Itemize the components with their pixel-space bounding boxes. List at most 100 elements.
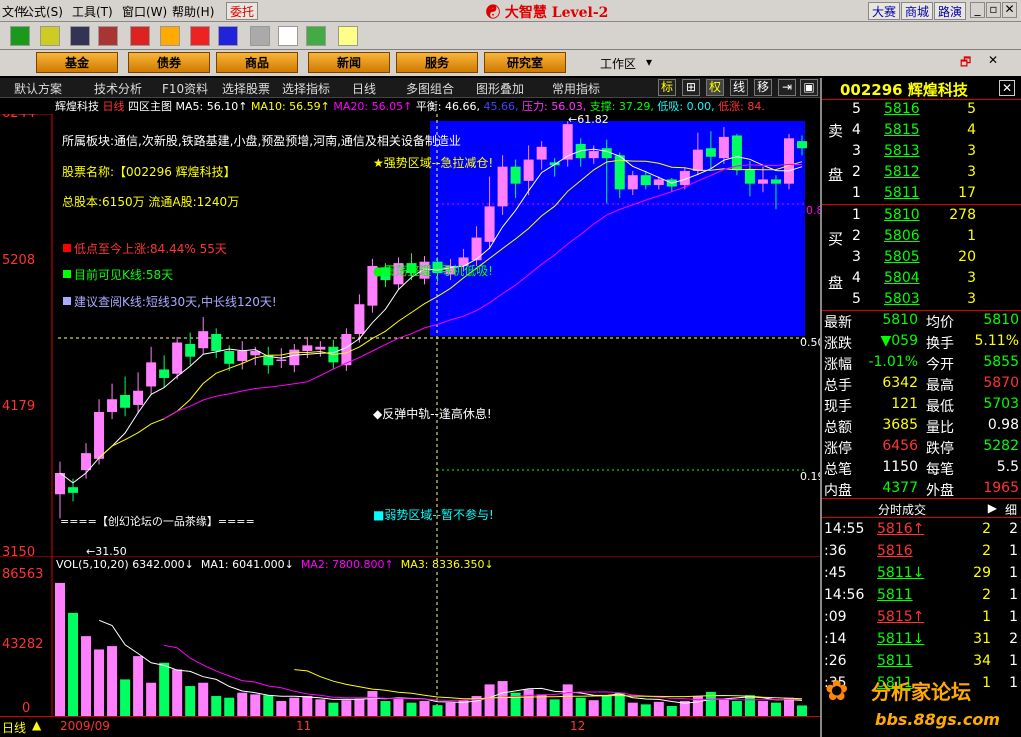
- sell-row[interactable]: 1 5811 17: [822, 185, 1021, 206]
- roadshow-button[interactable]: 路演: [934, 2, 967, 20]
- buy-row[interactable]: 5 5803 3: [822, 291, 1021, 312]
- func-line-button[interactable]: 线: [730, 79, 748, 96]
- kline-chart[interactable]: 6244520841793150 所属板块:通信,次新股,铁路基建,小盘,预盈预…: [0, 114, 820, 561]
- tick-play-icon[interactable]: ▶: [988, 501, 997, 515]
- func-overlay[interactable]: 图形叠加: [476, 80, 524, 97]
- volume-bar: [614, 692, 625, 716]
- function-bar: 默认方案 技术分析 F10资料 选择股票 选择指标 日线 多图组合 图形叠加 常…: [0, 78, 820, 98]
- volume-bar: [640, 704, 651, 716]
- blue-square-icon: [63, 297, 71, 305]
- market-icon[interactable]: [10, 26, 30, 46]
- window-icon[interactable]: [278, 26, 298, 46]
- sell-row[interactable]: 3 5813 3: [822, 143, 1021, 164]
- volume-bar: [302, 696, 313, 716]
- buy-row[interactable]: 4 5804 3: [822, 270, 1021, 291]
- candle-body: [276, 359, 287, 361]
- workspace-dropdown-icon[interactable]: ▾: [646, 55, 652, 69]
- nav-bar: 基金 债券 商品 新闻 服务 研究室 工作区 ▾ 🗗 ✕: [0, 50, 1021, 76]
- books-icon[interactable]: [306, 26, 326, 46]
- menu-help[interactable]: 帮助(H): [172, 3, 214, 20]
- nav-research[interactable]: 研究室: [484, 52, 566, 73]
- ob-level: 2: [852, 228, 861, 244]
- func-select-indicator[interactable]: 选择指标: [282, 80, 330, 97]
- minimize-icon[interactable]: _: [970, 2, 985, 18]
- info-stock-name: 辉煌科技: [55, 100, 99, 113]
- stat-row: 总手 6342 最高 5870: [822, 375, 1021, 396]
- func-default-scheme[interactable]: 默认方案: [14, 80, 62, 97]
- vol-y-mid: 43282: [2, 637, 43, 652]
- menu-window[interactable]: 窗口(W): [122, 3, 167, 20]
- vol-ma1: MA1: 6041.000↓: [201, 558, 294, 571]
- panel-icon[interactable]: ▣: [800, 79, 818, 96]
- alert-icon[interactable]: [130, 26, 150, 46]
- win-close-icon[interactable]: ✕: [988, 53, 998, 67]
- volume-bar: [133, 656, 144, 716]
- menu-tools[interactable]: 工具(T): [72, 3, 113, 20]
- stat-value-2: 5703: [983, 396, 1019, 412]
- contest-button[interactable]: 大赛: [868, 2, 901, 20]
- tick-price: 5816↑: [877, 521, 925, 537]
- func-rights-button[interactable]: 权: [706, 79, 724, 96]
- func-multi-chart[interactable]: 多图组合: [406, 80, 454, 97]
- tick-time: :14: [824, 631, 847, 647]
- ball-icon[interactable]: [190, 26, 210, 46]
- tick-time: :26: [824, 653, 847, 669]
- buy-row[interactable]: 3 5805 20: [822, 249, 1021, 270]
- menu-formula[interactable]: 公式(S): [22, 3, 63, 20]
- help-cursor-icon[interactable]: [338, 26, 358, 46]
- y-label: 6244: [2, 114, 35, 121]
- func-common-indicators[interactable]: 常用指标: [552, 80, 600, 97]
- restore-icon[interactable]: ▫: [986, 2, 1001, 18]
- candle-body: [484, 206, 495, 242]
- workspace-label[interactable]: 工作区: [600, 55, 636, 72]
- volume-bar: [770, 702, 781, 716]
- mall-button[interactable]: 商城: [901, 2, 934, 20]
- func-move-button[interactable]: 移: [754, 79, 772, 96]
- sell-row[interactable]: 2 5812 3: [822, 164, 1021, 185]
- volume-bar: [276, 701, 287, 716]
- tick-row: 14:55 5816↑ 2 2: [822, 521, 1021, 543]
- diamond-icon[interactable]: [160, 26, 180, 46]
- buy-row[interactable]: 2 5806 1: [822, 228, 1021, 249]
- news-icon[interactable]: [98, 26, 118, 46]
- sell-row[interactable]: 5 5816 5: [822, 101, 1021, 122]
- info-dizhang: 低涨: 84.: [718, 100, 765, 113]
- nav-commodity[interactable]: 商品: [216, 52, 298, 73]
- crosshair-icon[interactable]: ⊞: [682, 79, 700, 96]
- globe-icon[interactable]: [218, 26, 238, 46]
- volume-bar: [432, 705, 443, 716]
- func-tech-analysis[interactable]: 技术分析: [94, 80, 142, 97]
- func-select-stock[interactable]: 选择股票: [222, 80, 270, 97]
- bottom-period[interactable]: 日线: [2, 719, 26, 736]
- candle-body: [653, 179, 664, 186]
- rp-close-icon[interactable]: ✕: [999, 80, 1015, 96]
- volume-bar: [380, 701, 391, 716]
- candle-body: [315, 346, 326, 350]
- rp-stock-code: 002296 辉煌科技: [840, 81, 968, 99]
- tick-volume: 1: [982, 609, 991, 625]
- volume-chart[interactable]: 86563 43282 0 VOL(5,10,20) 6342.000↓, MA…: [0, 556, 820, 716]
- tick-time: :09: [824, 609, 847, 625]
- func-mark-button[interactable]: 标: [658, 79, 676, 96]
- x-label-1: 2009/09: [60, 719, 110, 733]
- tick-detail-tab[interactable]: 细: [1005, 501, 1017, 518]
- func-daily[interactable]: 日线: [352, 80, 376, 97]
- func-f10[interactable]: F10资料: [162, 80, 208, 97]
- zone-strong: ★强势区域--急拉减仓!: [373, 155, 493, 170]
- expand-icon[interactable]: ⇥: [778, 79, 796, 96]
- forum-watermark: ✿ 分析家论坛 bbs.88gs.com: [825, 672, 1021, 737]
- nav-news[interactable]: 新闻: [308, 52, 390, 73]
- binoculars-icon[interactable]: [70, 26, 90, 46]
- nav-service[interactable]: 服务: [396, 52, 478, 73]
- close-icon[interactable]: ✕: [1002, 2, 1017, 18]
- grid-icon[interactable]: [40, 26, 60, 46]
- nav-bond[interactable]: 债券: [128, 52, 210, 73]
- sell-row[interactable]: 4 5815 4: [822, 122, 1021, 143]
- trade-button[interactable]: 委托: [226, 2, 259, 20]
- candle-body: [718, 136, 729, 159]
- nav-fund[interactable]: 基金: [36, 52, 118, 73]
- win-restore-icon[interactable]: 🗗: [960, 53, 971, 74]
- buy-row[interactable]: 1 5810 278: [822, 207, 1021, 228]
- stat-label: 涨幅: [824, 357, 852, 373]
- doc-icon[interactable]: [250, 26, 270, 46]
